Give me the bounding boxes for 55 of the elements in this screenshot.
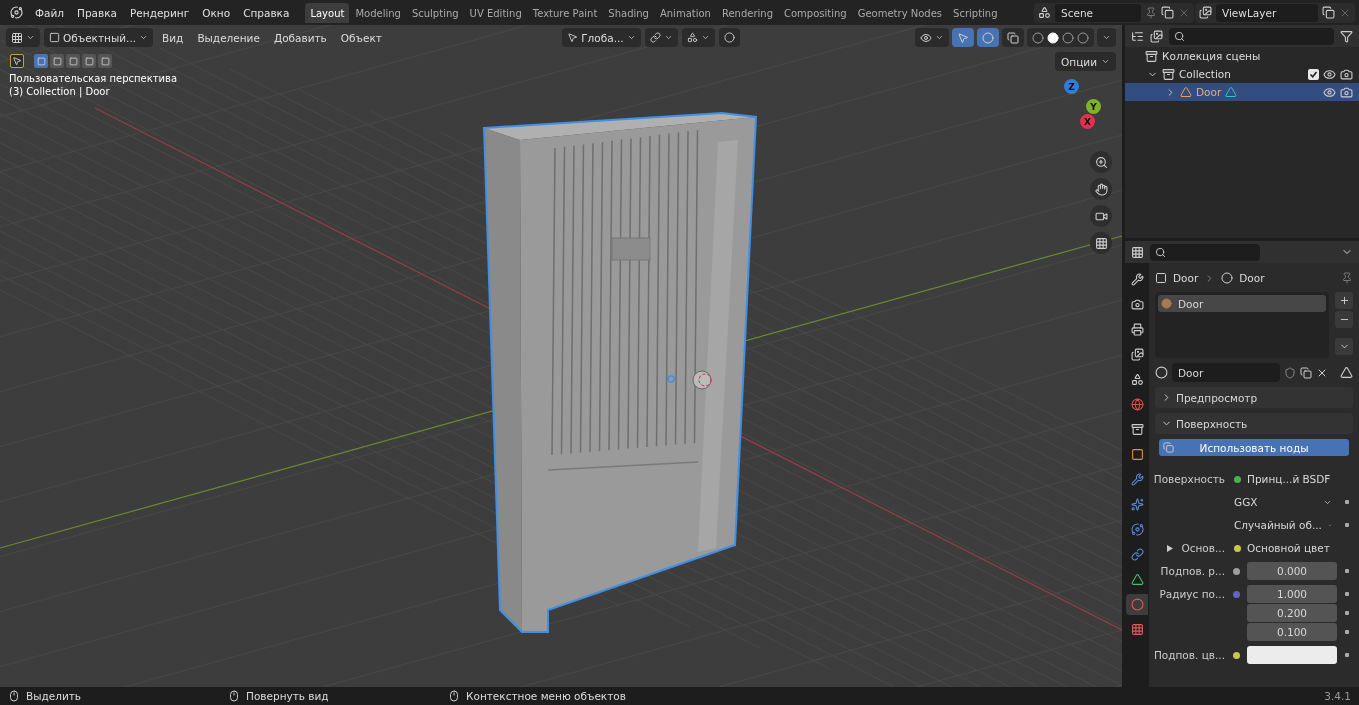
workspace-tab[interactable]: UV Editing (464, 2, 527, 23)
panel-header[interactable]: Предпросмотр (1155, 387, 1353, 408)
panel-header[interactable]: Поверхность (1155, 413, 1353, 434)
workspace-tab[interactable]: Texture Paint (527, 2, 603, 23)
menu-item[interactable]: Справка (237, 3, 296, 22)
number-field[interactable]: 0.100 (1247, 623, 1337, 641)
workspace-tab[interactable]: Modeling (350, 2, 406, 23)
object-info: (3) Collection | Door (9, 86, 110, 97)
view-name: Пользовательская перспектива (9, 73, 178, 84)
property-label: Подпов. р... (1160, 565, 1225, 577)
status-hint: Повернуть вид (246, 690, 330, 702)
property-label: Подпов. цв... (1153, 649, 1225, 661)
options-dropdown[interactable]: Опции (1055, 52, 1116, 71)
view-layer-field[interactable]: ViewLayer (1216, 3, 1318, 22)
workspace-tab[interactable]: Scripting (948, 2, 1003, 23)
workspace-tab[interactable]: Animation (654, 2, 716, 23)
status-hint: Выделить (26, 690, 83, 702)
workspace-tab[interactable]: Geometry Nodes (852, 2, 948, 23)
menu-item[interactable]: Окно (196, 3, 237, 22)
viewport-menu[interactable]: Добавить (268, 28, 332, 47)
workspace-tab[interactable]: Sculpting (406, 2, 464, 23)
workspace-tab[interactable]: Rendering (716, 2, 778, 23)
workspace-tab[interactable]: Layout (305, 2, 350, 23)
menu-item[interactable]: Рендеринг (124, 3, 196, 22)
menu-item[interactable]: Правка (71, 3, 123, 22)
property-label: Радиус по... (1159, 588, 1225, 600)
axis-handle[interactable]: Y (1086, 99, 1101, 114)
breadcrumb-item: Door (1173, 272, 1199, 284)
mode-dropdown[interactable]: Объектный... (44, 28, 154, 47)
outliner-label: Door (1196, 86, 1222, 98)
orientation-dropdown[interactable]: Глоба... (562, 28, 641, 47)
outliner-row[interactable]: Collection (1125, 65, 1359, 83)
property-label: Поверхность (1153, 473, 1225, 485)
workspace-tab[interactable]: Compositing (779, 2, 852, 23)
scene-field[interactable]: Scene (1055, 3, 1141, 22)
viewport-menu[interactable]: Объект (335, 28, 387, 47)
status-hint: Контекстное меню объектов (466, 690, 626, 702)
use-nodes-button[interactable]: Использовать ноды (1159, 439, 1349, 456)
version-label: 3.4.1 (1324, 690, 1351, 702)
outliner-label: Collection (1179, 68, 1231, 80)
material-name-field[interactable]: Door (1172, 363, 1280, 382)
number-field[interactable]: 1.000 (1247, 585, 1337, 603)
number-field[interactable]: 0.200 (1247, 604, 1337, 622)
axis-handle[interactable]: X (1080, 114, 1095, 129)
material-slot[interactable]: Door (1158, 295, 1326, 312)
breadcrumb-item: Door (1239, 272, 1265, 284)
workspace-tab[interactable]: Shading (603, 2, 654, 23)
outliner-label: Коллекция сцены (1162, 50, 1261, 62)
number-field[interactable]: 0.000 (1247, 562, 1337, 580)
viewport-menu[interactable]: Выделение (192, 28, 265, 47)
axis-handle[interactable]: Z (1064, 79, 1079, 94)
property-label: Основ... (1181, 542, 1225, 554)
outliner-row[interactable]: Door (1125, 83, 1359, 101)
menu-item[interactable]: Файл (29, 3, 70, 22)
viewport-menu[interactable]: Вид (157, 28, 189, 47)
